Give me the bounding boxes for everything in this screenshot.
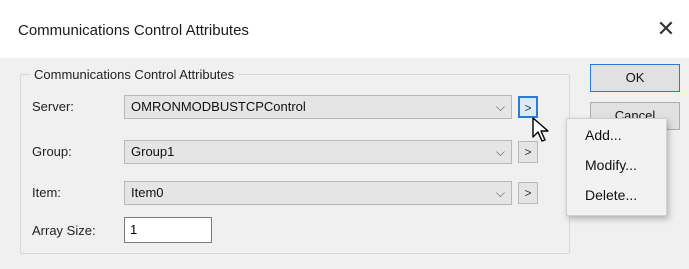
item-combobox[interactable]: Item0 ⌵	[124, 181, 512, 205]
menu-item-delete[interactable]: Delete...	[585, 187, 637, 203]
server-value: OMRONMODBUSTCPControl	[131, 99, 306, 114]
title-bar: Communications Control Attributes ✕	[0, 0, 689, 58]
ok-button[interactable]: OK	[590, 64, 680, 92]
menu-item-modify[interactable]: Modify...	[585, 157, 637, 173]
menu-item-add[interactable]: Add...	[585, 127, 622, 143]
item-value: Item0	[131, 185, 164, 200]
window-title: Communications Control Attributes	[18, 22, 249, 39]
chevron-down-icon[interactable]: ⌵	[496, 96, 505, 118]
mouse-pointer-icon	[532, 117, 549, 142]
groupbox-label: Communications Control Attributes	[30, 67, 239, 82]
context-menu: Add... Modify... Delete...	[566, 118, 667, 216]
group-more-button[interactable]: >	[518, 141, 538, 163]
item-label: Item:	[32, 185, 61, 200]
group-label: Group:	[32, 144, 72, 159]
server-combobox[interactable]: OMRONMODBUSTCPControl ⌵	[124, 95, 512, 119]
chevron-down-icon[interactable]: ⌵	[496, 141, 505, 163]
chevron-down-icon[interactable]: ⌵	[496, 182, 505, 204]
array-size-input[interactable]: 1	[124, 217, 212, 243]
server-more-button[interactable]: >	[518, 96, 538, 118]
item-more-button[interactable]: >	[518, 182, 538, 204]
group-combobox[interactable]: Group1 ⌵	[124, 140, 512, 164]
array-size-label: Array Size:	[32, 223, 96, 238]
group-value: Group1	[131, 144, 175, 159]
server-label: Server:	[32, 99, 74, 114]
close-icon[interactable]: ✕	[653, 16, 679, 42]
